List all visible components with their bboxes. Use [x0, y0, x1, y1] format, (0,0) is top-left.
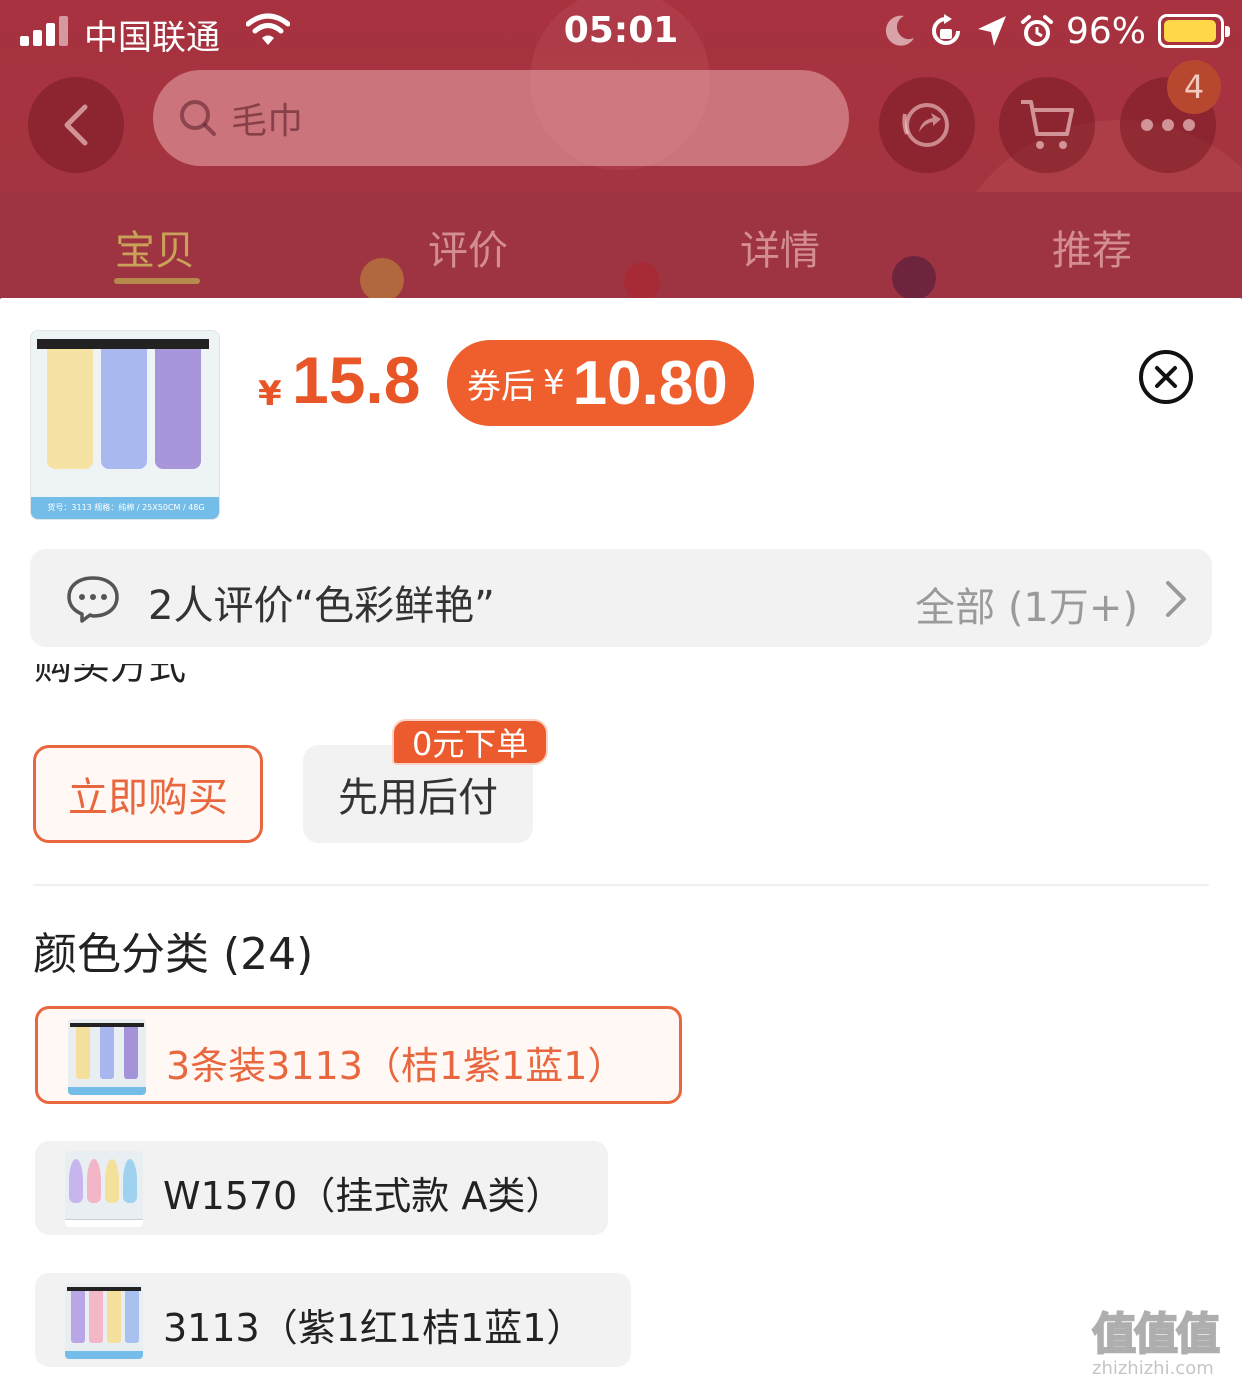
tab-reviews[interactable]: 评价	[388, 218, 548, 276]
close-icon[interactable]	[1138, 349, 1194, 405]
divider	[33, 884, 1209, 886]
price-currency: ¥	[258, 374, 282, 414]
do-not-disturb-icon	[885, 15, 914, 46]
color-option[interactable]: 3113（紫1红1桔1蓝1）	[35, 1273, 631, 1367]
all-reviews-link[interactable]: 全部 (1万+)	[915, 575, 1138, 633]
tab-details[interactable]: 详情	[700, 218, 860, 276]
back-button[interactable]	[28, 77, 124, 173]
tab-recommend[interactable]: 推荐	[1012, 218, 1172, 276]
alarm-icon	[1020, 15, 1053, 46]
rotation-lock-icon	[932, 14, 960, 45]
comment-icon	[67, 576, 119, 623]
option-label: 3113（紫1红1桔1蓝1）	[163, 1306, 585, 1350]
option-thumbnail	[65, 1151, 143, 1227]
message-count-badge: 4	[1167, 60, 1221, 114]
battery-icon	[1158, 14, 1230, 48]
more-dots-icon	[1141, 119, 1195, 131]
review-summary-bar[interactable]: 2人评价“色彩鲜艳” 全部 (1万+)	[30, 549, 1212, 647]
cart-button[interactable]	[999, 77, 1095, 173]
location-icon	[977, 16, 1006, 46]
watermark-logo: 值值值	[1091, 1308, 1221, 1361]
option-label: 3条装3113（桔1紫1蓝1）	[166, 1044, 626, 1088]
pay-later-badge: 0元下单	[392, 719, 549, 765]
color-option[interactable]: 3条装3113（桔1紫1蓝1）	[35, 1006, 682, 1104]
cart-icon	[1021, 100, 1074, 149]
status-bar: 中国联通 05:01 96%	[0, 0, 1242, 64]
color-category-title: 颜色分类 (24)	[33, 929, 314, 980]
coupon-label: 券后	[467, 366, 535, 407]
buy-now-option[interactable]: 立即购买	[33, 745, 263, 843]
thumbnail-caption: 货号：3113 规格：纯棉 / 25X50CM / 48G	[31, 497, 219, 519]
review-highlight: 2人评价“色彩鲜艳”	[148, 583, 495, 629]
active-tab-indicator	[114, 278, 200, 284]
share-button[interactable]	[879, 77, 975, 173]
search-icon	[180, 100, 216, 136]
search-input[interactable]: 毛巾	[153, 70, 849, 166]
sku-selection-sheet: 货号：3113 规格：纯棉 / 25X50CM / 48G ¥ 15.8 券后 …	[0, 298, 1242, 1381]
coupon-price-pill: 券后 ¥ 10.80	[447, 340, 754, 426]
share-icon	[902, 103, 949, 147]
option-thumbnail	[68, 1019, 146, 1095]
watermark-url: zhizhizhi.com	[1092, 1358, 1214, 1379]
back-arrow-icon	[64, 104, 88, 146]
chevron-right-icon	[1166, 581, 1186, 617]
option-label: W1570（挂式款 A类）	[163, 1174, 564, 1218]
coupon-price: 10.80	[572, 348, 728, 418]
battery-percentage: 96%	[1065, 10, 1146, 52]
search-placeholder: 毛巾	[231, 101, 304, 142]
coupon-currency: ¥	[543, 363, 565, 403]
color-option[interactable]: W1570（挂式款 A类）	[35, 1141, 608, 1235]
purchase-method-heading: 购买方式	[34, 664, 187, 688]
product-thumbnail[interactable]: 货号：3113 规格：纯棉 / 25X50CM / 48G	[30, 330, 220, 520]
price: 15.8	[292, 343, 421, 417]
tab-item[interactable]: 宝贝	[75, 218, 235, 276]
site-watermark: 值值值 zhizhizhi.com	[1091, 1298, 1221, 1379]
option-thumbnail	[65, 1283, 143, 1359]
